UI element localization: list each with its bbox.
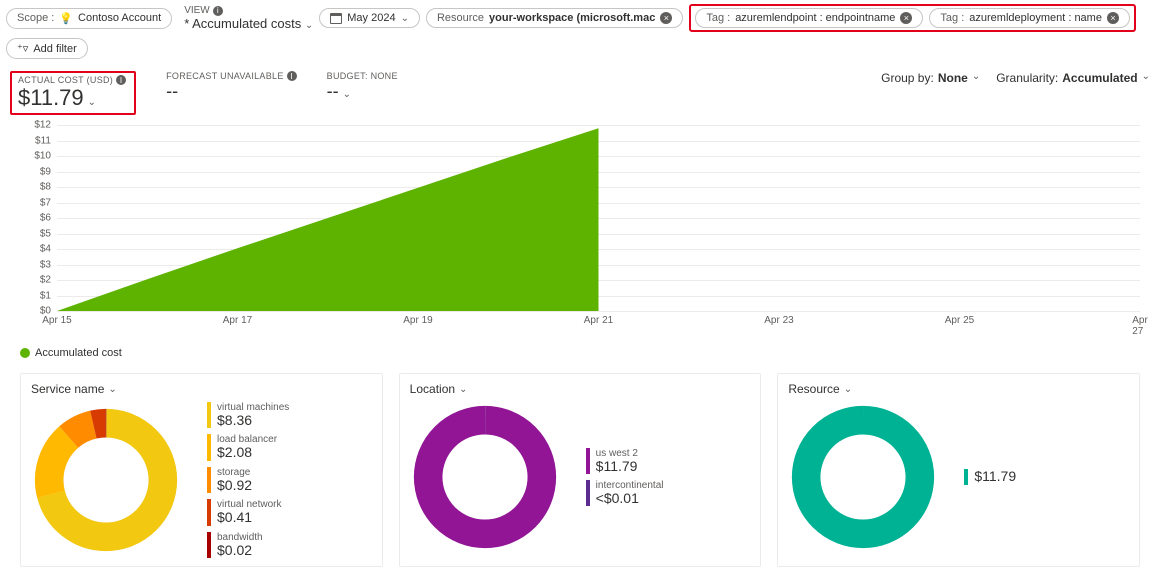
chevron-down-icon[interactable]: ⌄ xyxy=(88,97,96,108)
breakdown-item: virtual machines$8.36 xyxy=(207,402,289,428)
forecast-kpi: FORECAST UNAVAILABLEi -- xyxy=(166,71,297,102)
location-card: Location⌄ us west 2$11.79 intercontinenta… xyxy=(399,373,762,567)
accumulated-cost-chart: $0$1$2$3$4$5$6$7$8$9$10$11$12 Apr 15Apr … xyxy=(0,121,1160,341)
card-header[interactable]: Location⌄ xyxy=(410,382,751,396)
calendar-icon xyxy=(330,13,342,24)
chevron-down-icon: ⌄ xyxy=(108,384,116,395)
info-icon: i xyxy=(116,75,126,85)
breakdown-item: load balancer$2.08 xyxy=(207,434,289,460)
groupby-selector[interactable]: Group by: None ⌄ xyxy=(881,71,980,85)
chevron-down-icon[interactable]: ⌄ xyxy=(343,89,351,100)
breakdown-item: bandwidth$0.02 xyxy=(207,532,289,558)
chart-legend: Accumulated cost xyxy=(0,341,1160,373)
view-selector[interactable]: VIEWi * Accumulated costs ⌄ xyxy=(184,5,313,31)
donut-chart xyxy=(31,405,181,555)
close-icon[interactable]: × xyxy=(900,12,912,24)
chevron-down-icon: ⌄ xyxy=(1142,71,1150,85)
tag-filter-deployment[interactable]: Tag : azuremldeployment : name × xyxy=(929,8,1130,28)
service-name-card: Service name⌄ virtual machines$8.36 load … xyxy=(20,373,383,567)
legend-dot-icon xyxy=(20,348,30,358)
budget-kpi: BUDGET: NONE --⌄ xyxy=(327,71,398,102)
add-filter-button[interactable]: ⁺▿ Add filter xyxy=(6,38,88,59)
info-icon: i xyxy=(213,6,223,16)
date-pill[interactable]: May 2024 ⌄ xyxy=(319,8,420,28)
breakdown-item: intercontinental<$0.01 xyxy=(586,480,664,506)
resource-card: Resource⌄ $11.79 xyxy=(777,373,1140,567)
scope-label: Scope : xyxy=(17,12,54,24)
tag-filter-endpoint[interactable]: Tag : azuremlendpoint : endpointname × xyxy=(695,8,923,28)
chevron-down-icon: ⌄ xyxy=(459,384,467,395)
donut-chart xyxy=(410,402,560,552)
resource-filter-pill[interactable]: Resource your-workspace (microsoft.mac × xyxy=(426,8,683,28)
info-icon: i xyxy=(287,71,297,81)
breakdown-item: virtual network$0.41 xyxy=(207,499,289,525)
actual-cost-kpi: ACTUAL COST (USD)i $11.79⌄ xyxy=(10,71,136,115)
close-icon[interactable]: × xyxy=(660,12,672,24)
close-icon[interactable]: × xyxy=(1107,12,1119,24)
chevron-down-icon: ⌄ xyxy=(305,20,313,31)
scope-pill[interactable]: Scope : 💡 Contoso Account xyxy=(6,8,172,29)
bulb-icon: 💡 xyxy=(59,12,73,25)
chevron-down-icon: ⌄ xyxy=(972,71,980,85)
breakdown-item: storage$0.92 xyxy=(207,467,289,493)
donut-chart xyxy=(788,402,938,552)
filter-icon: ⁺▿ xyxy=(17,42,28,55)
breakdown-item: us west 2$11.79 xyxy=(586,448,664,474)
chevron-down-icon: ⌄ xyxy=(401,13,409,24)
granularity-selector[interactable]: Granularity: Accumulated ⌄ xyxy=(996,71,1150,85)
scope-value: Contoso Account xyxy=(78,12,161,24)
tag-filters-highlight: Tag : azuremlendpoint : endpointname × T… xyxy=(689,4,1136,32)
card-header[interactable]: Service name⌄ xyxy=(31,382,372,396)
breakdown-item: $11.79 xyxy=(964,469,1016,484)
chevron-down-icon: ⌄ xyxy=(844,384,852,395)
card-header[interactable]: Resource⌄ xyxy=(788,382,1129,396)
